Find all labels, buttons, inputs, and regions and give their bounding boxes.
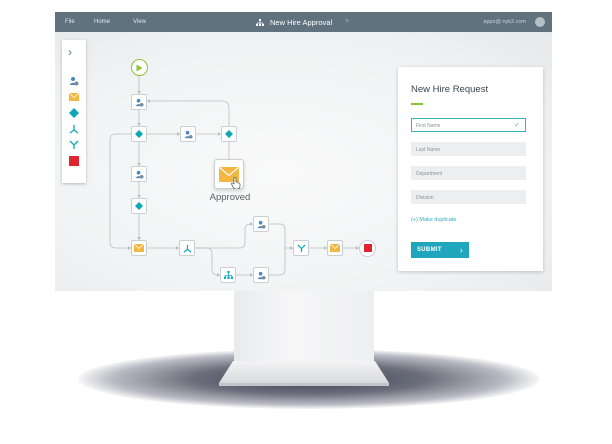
user-task-icon [134, 98, 144, 107]
workflow-canvas[interactable]: › Approved New Hire Request First Name ✓… [55, 32, 552, 291]
user-task-node[interactable] [131, 166, 147, 182]
play-icon [136, 64, 143, 71]
split-icon [183, 244, 191, 253]
avatar[interactable] [535, 17, 545, 27]
user-task-icon [256, 220, 266, 229]
toolbox-panel: › [62, 40, 86, 183]
stop-icon [363, 244, 372, 252]
email-node[interactable] [327, 240, 343, 256]
make-duplicate-link[interactable]: (+) Make duplicate [411, 217, 456, 223]
split-node[interactable] [179, 240, 195, 256]
email-node[interactable] [131, 240, 147, 256]
tool-merge-icon[interactable] [69, 140, 79, 150]
user-email: apps@ nyk2.com [483, 19, 526, 25]
form-title: New Hire Request [411, 84, 489, 95]
decision-icon [135, 202, 143, 210]
close-tab-icon[interactable]: × [345, 18, 349, 25]
user-task-icon [256, 271, 266, 280]
submit-label: SUBMIT [417, 247, 442, 253]
first-name-placeholder: First Name [416, 122, 441, 129]
envelope-icon [134, 244, 144, 252]
merge-node[interactable] [293, 240, 309, 256]
user-task-node[interactable] [180, 126, 196, 142]
last-name-field[interactable]: Last Name [411, 142, 526, 156]
monitor-base [219, 361, 389, 386]
merge-icon [296, 243, 306, 252]
user-task-node[interactable] [253, 216, 269, 232]
stop-node[interactable] [359, 239, 376, 257]
user-task-node[interactable] [131, 94, 147, 110]
decision-node[interactable] [131, 198, 147, 214]
user-task-node[interactable] [253, 267, 269, 283]
department-field[interactable]: Department [411, 166, 526, 180]
chevron-right-icon: › [459, 245, 463, 255]
title-accent-line [411, 103, 423, 105]
decision-node[interactable] [221, 126, 237, 142]
submit-button[interactable]: SUBMIT › [411, 242, 469, 258]
envelope-icon [330, 244, 340, 252]
user-task-icon [183, 130, 193, 139]
subflow-node[interactable] [220, 267, 236, 283]
hierarchy-icon [223, 270, 233, 279]
decision-icon [225, 130, 233, 138]
workflow-icon [256, 18, 264, 26]
decision-node[interactable] [131, 126, 147, 142]
new-hire-request-form: New Hire Request First Name ✓ Last Name … [398, 67, 543, 271]
chevron-right-icon[interactable]: › [68, 46, 72, 58]
menu-home[interactable]: Home [94, 19, 110, 25]
tool-stop-icon[interactable] [69, 156, 79, 166]
approved-label: Approved [209, 192, 251, 203]
monitor-screen: File Home View New Hire Approval × apps@… [55, 12, 552, 291]
first-name-field[interactable]: First Name ✓ [411, 118, 526, 132]
menu-file[interactable]: File [65, 19, 75, 25]
hand-cursor-icon [231, 177, 241, 189]
tool-split-icon[interactable] [69, 124, 79, 134]
tool-user-task-icon[interactable] [69, 76, 79, 86]
monitor-neck [234, 291, 374, 361]
decision-icon [135, 130, 143, 138]
workflow-title: New Hire Approval [270, 18, 333, 27]
user-task-icon [134, 170, 144, 179]
division-field[interactable]: Division [411, 190, 526, 204]
tool-decision-icon[interactable] [69, 108, 79, 118]
workflow-tab[interactable]: New Hire Approval [256, 18, 332, 27]
tool-email-icon[interactable] [69, 92, 79, 102]
menu-view[interactable]: View [133, 19, 146, 25]
checkmark-icon: ✓ [514, 122, 520, 129]
start-node[interactable] [130, 59, 148, 76]
title-bar: File Home View New Hire Approval × apps@… [55, 12, 552, 32]
